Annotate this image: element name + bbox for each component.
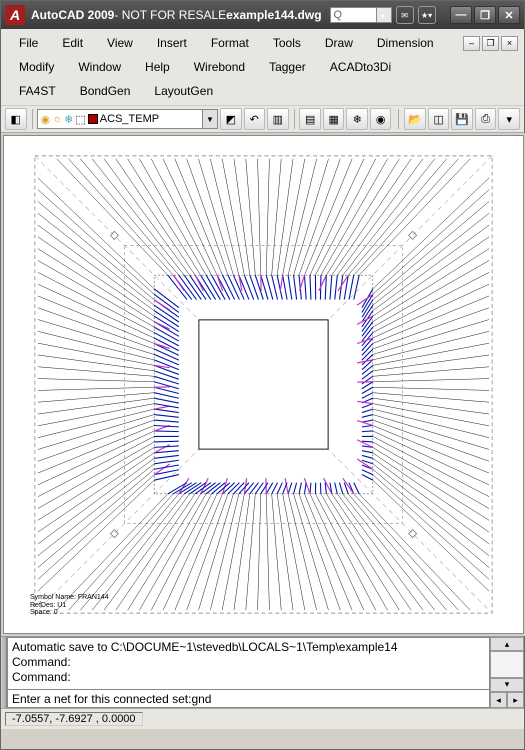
layer-match-button[interactable]: ◩ <box>220 108 242 130</box>
open-button[interactable]: 📂 <box>404 108 426 130</box>
drawing-svg <box>4 136 523 633</box>
menu-help[interactable]: Help <box>133 57 182 77</box>
menu-dimension[interactable]: Dimension <box>365 33 446 53</box>
window-minimize-button[interactable]: — <box>450 6 472 24</box>
file-name: example144.dwg <box>226 8 321 22</box>
toolbar-overflow-button[interactable]: ▾ <box>498 108 520 130</box>
scroll-left-button[interactable]: ◂ <box>490 692 507 708</box>
layer-freeze-icon: ❄ <box>64 113 73 126</box>
search-go-button[interactable]: ▸ <box>376 8 391 22</box>
doc-minimize-button[interactable]: – <box>463 36 480 51</box>
command-history[interactable]: Automatic save to C:\DOCUME~1\stevedb\LO… <box>7 637 490 690</box>
menu-edit[interactable]: Edit <box>50 33 95 53</box>
command-input[interactable]: Enter a net for this connected set: gnd <box>7 690 490 708</box>
layer-off-button[interactable]: ◉ <box>370 108 392 130</box>
toolbar-separator <box>294 109 295 129</box>
layer-properties-button[interactable]: ◧ <box>5 108 27 130</box>
menu-format[interactable]: Format <box>199 33 261 53</box>
save-button[interactable]: 💾 <box>451 108 473 130</box>
toolbar-separator <box>32 109 33 129</box>
print-button[interactable]: ⎙ <box>475 108 497 130</box>
menu-wirebond[interactable]: Wirebond <box>182 57 257 77</box>
toolbar-separator <box>398 109 399 129</box>
favorites-icon[interactable]: ★▾ <box>418 6 436 24</box>
layer-bulb-icon: ◉ <box>40 113 50 126</box>
doc-close-button[interactable]: × <box>501 36 518 51</box>
menu-modify[interactable]: Modify <box>7 57 66 77</box>
app-name: AutoCAD 2009 <box>31 8 114 22</box>
drawing-annotations: Symbol Name: FRAN144 RefDes: U1 Space: 0 <box>30 594 109 617</box>
command-window: Automatic save to C:\DOCUME~1\stevedb\LO… <box>1 636 524 708</box>
menu-file[interactable]: File <box>7 33 50 53</box>
title-bar: A AutoCAD 2009 - NOT FOR RESALE example1… <box>1 1 524 29</box>
scroll-down-button[interactable]: ▾ <box>490 678 524 692</box>
menu-insert[interactable]: Insert <box>145 33 199 53</box>
menu-fa4st[interactable]: FA4ST <box>7 81 68 101</box>
layer-uniso-button[interactable]: ▦ <box>323 108 345 130</box>
comm-center-icon[interactable]: ✉ <box>396 6 414 24</box>
menu-bondgen[interactable]: BondGen <box>68 81 143 101</box>
layer-dropdown-arrow[interactable]: ▼ <box>202 110 217 128</box>
layer-color-swatch <box>88 114 98 124</box>
drawing-area-wrap: Symbol Name: FRAN144 RefDes: U1 Space: 0 <box>1 133 525 636</box>
app-notice: - NOT FOR RESALE <box>114 8 226 22</box>
drawing-canvas[interactable]: Symbol Name: FRAN144 RefDes: U1 Space: 0 <box>3 135 524 634</box>
layer-freeze2-button[interactable]: ❄ <box>346 108 368 130</box>
scroll-right-button[interactable]: ▸ <box>507 692 524 708</box>
menu-acadto3di[interactable]: ACADto3Di <box>318 57 403 77</box>
window-maximize-button[interactable]: ❐ <box>474 6 496 24</box>
search-icon: Q <box>331 9 346 21</box>
qnew-button[interactable]: ◫ <box>428 108 450 130</box>
menu-draw[interactable]: Draw <box>313 33 365 53</box>
infocenter-search[interactable]: Q ▸ <box>330 7 392 23</box>
layer-iso-button[interactable]: ▤ <box>299 108 321 130</box>
window-close-button[interactable]: ✕ <box>498 6 520 24</box>
command-value: gnd <box>191 692 211 706</box>
doc-restore-button[interactable]: ❐ <box>482 36 499 51</box>
layer-sun-icon: ☼ <box>52 113 62 125</box>
refdes-label: RefDes: U1 <box>30 602 109 610</box>
layer-lock-icon: ⬚ <box>75 113 85 126</box>
menu-bar: File Edit View Insert Format Tools Draw … <box>1 29 524 105</box>
layer-combo[interactable]: ◉ ☼ ❄ ⬚ ACS_TEMP ▼ <box>37 109 218 129</box>
command-scrollbar: ▴ ▾ ◂ ▸ <box>490 637 524 708</box>
menu-tools[interactable]: Tools <box>261 33 313 53</box>
scroll-track[interactable] <box>490 651 524 678</box>
space-label: Space: 0 <box>30 609 109 617</box>
scroll-up-button[interactable]: ▴ <box>490 637 524 651</box>
app-logo: A <box>5 5 25 25</box>
menu-view[interactable]: View <box>95 33 145 53</box>
layer-states-button[interactable]: ▥ <box>267 108 289 130</box>
menu-tagger[interactable]: Tagger <box>257 57 318 77</box>
command-prompt: Enter a net for this connected set: <box>12 692 191 706</box>
symbol-name-label: Symbol Name: FRAN144 <box>30 594 109 602</box>
cursor-coordinates[interactable]: -7.0557, -7.6927 , 0.0000 <box>5 712 143 726</box>
layer-name: ACS_TEMP <box>100 113 159 125</box>
status-bar: -7.0557, -7.6927 , 0.0000 <box>1 708 524 729</box>
layer-previous-button[interactable]: ↶ <box>244 108 266 130</box>
menu-window[interactable]: Window <box>66 57 133 77</box>
layers-toolbar: ◧ ◉ ☼ ❄ ⬚ ACS_TEMP ▼ ◩ ↶ ▥ ▤ ▦ ❄ ◉ 📂 ◫ 💾… <box>1 105 524 133</box>
menu-layoutgen[interactable]: LayoutGen <box>142 81 225 101</box>
